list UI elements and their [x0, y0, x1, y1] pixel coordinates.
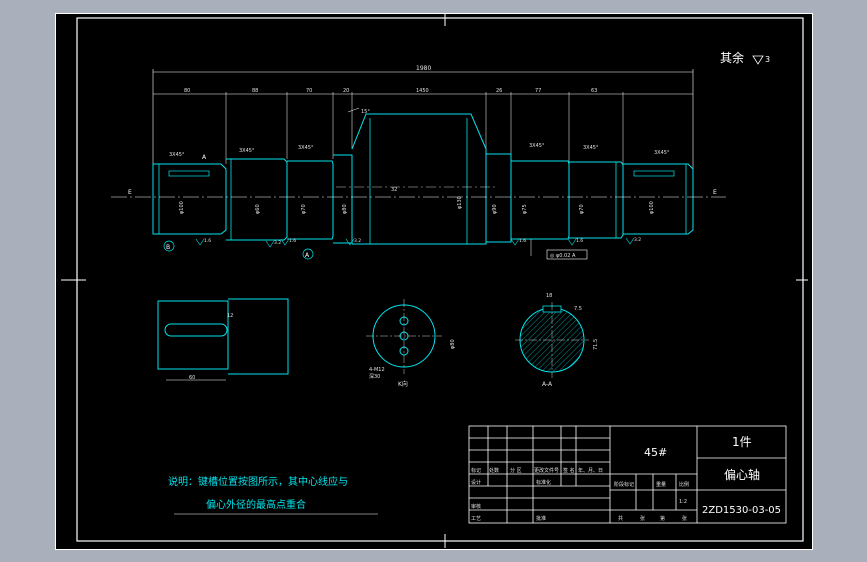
dim-overall: 1980	[416, 65, 431, 72]
chamfer-1: 3X45°	[169, 152, 185, 158]
angle-leader	[347, 107, 360, 113]
dim-seg8: 63	[591, 88, 597, 94]
diameter-labels: φ100 φ60 φ70 φ80 φ130 φ90 φ75 φ70 φ100	[179, 196, 655, 214]
section-dim-depth: 7.5	[574, 306, 582, 312]
tb-scale: 1:2	[679, 499, 687, 505]
segment-dim-lines	[153, 92, 693, 164]
tb-stage: 阶段标记	[614, 481, 634, 488]
datum-b: B	[166, 244, 170, 251]
title-material: 45#	[644, 446, 667, 459]
title-quantity: 1件	[732, 435, 752, 449]
dia-3: φ70	[301, 204, 307, 214]
chamfer-2: 3X45°	[239, 148, 255, 154]
chamfer-5: 3X45°	[583, 145, 599, 151]
tb-designer: 设计	[471, 479, 481, 486]
dia-7: φ75	[522, 204, 528, 214]
section-label: A-A	[542, 381, 553, 388]
keyway-width: 12	[227, 313, 233, 319]
tb-row-2: 分 区	[510, 467, 522, 474]
tb-row-4: 签 名	[563, 467, 575, 474]
ra-2: 3.2	[274, 240, 281, 246]
tb-weight: 重量	[656, 481, 666, 488]
tb-sheet-1: 张	[640, 515, 645, 522]
k-view-label: K向	[398, 380, 408, 388]
cad-drawing: 其余 3 1980 80 88 70 20 1450 26 77 63 15°	[61, 14, 808, 548]
chamfer-4: 3X45°	[529, 143, 545, 149]
dim-seg3: 70	[306, 88, 312, 94]
tb-process: 工艺	[471, 516, 481, 522]
dim-seg1: 80	[184, 88, 190, 94]
tb-checker: 审核	[471, 503, 481, 510]
tb-standardization: 标准化	[536, 479, 551, 486]
e-label-right: E	[713, 189, 717, 196]
shaft-edges	[158, 118, 687, 244]
dia-8: φ70	[579, 204, 585, 214]
title-drawing-no: 2ZD1530-03-05	[702, 505, 781, 516]
datum-a: A	[305, 252, 310, 259]
section-marker: A	[202, 154, 207, 161]
ra-4: 3.2	[354, 238, 361, 244]
section-key-dim: 18	[546, 293, 552, 299]
dim-seg6: 26	[496, 88, 502, 94]
ra-6: 1.6	[576, 238, 583, 244]
tb-ratio: 比例	[679, 481, 689, 488]
mid-dim: 32	[391, 187, 397, 193]
shaft-outline	[152, 113, 694, 245]
roughness-note: 其余	[720, 50, 744, 65]
title-row-labels: 标记 处数 分 区 更改文件号 签 名 年、月、日 设计 标准化 阶段标记 重量…	[471, 467, 689, 522]
k-view-depth: 深30	[369, 373, 380, 380]
note-line-1: 说明：键槽位置按图所示，其中心线应与	[168, 475, 348, 488]
dim-seg5: 1450	[416, 88, 429, 94]
tb-row-5: 年、月、日	[578, 467, 603, 474]
title-part-name: 偏心轴	[724, 467, 760, 482]
chamfer-6: 3X45°	[654, 150, 670, 156]
tb-sheet-3: 张	[682, 515, 687, 522]
roughness-symbol-icon	[752, 55, 764, 65]
roughness-values: 1.6 3.2 1.6 3.2 1.6 1.6 3.2	[204, 237, 641, 246]
section-dim-right: 71.5	[593, 339, 599, 350]
tb-approve: 批准	[536, 515, 546, 522]
tb-sheet-2: 第	[660, 515, 665, 522]
ra-3: 1.6	[289, 238, 296, 244]
ra-5: 1.6	[519, 238, 526, 244]
shaft-keyways	[168, 170, 675, 177]
dia-1: φ100	[179, 201, 185, 214]
inner-frame	[76, 17, 804, 542]
drawing-sheet: 其余 3 1980 80 88 70 20 1450 26 77 63 15°	[55, 13, 813, 550]
tolerance-text: ◎ φ0.02 A	[550, 253, 576, 259]
ra-7: 3.2	[634, 237, 641, 243]
dia-5: φ130	[457, 196, 463, 209]
dim-seg7: 77	[535, 88, 541, 94]
dia-6: φ90	[492, 204, 498, 214]
dim-seg4: 20	[343, 88, 349, 94]
e-label-left: E	[128, 189, 132, 196]
ra-1: 1.6	[204, 238, 211, 244]
keyway-len: 60	[189, 375, 195, 381]
tb-row-1: 处数	[489, 467, 499, 474]
roughness-marks	[195, 237, 635, 248]
dia-4: φ80	[342, 204, 348, 214]
dia-9: φ100	[649, 201, 655, 214]
tb-row-0: 标记	[471, 467, 481, 474]
dia-2: φ60	[255, 204, 261, 214]
note-line-2: 偏心外径的最高点重合	[206, 498, 306, 511]
chamfer-3: 3X45°	[298, 145, 314, 151]
k-view-holes: 4-M12	[369, 367, 385, 373]
tb-row-3: 更改文件号	[534, 467, 559, 474]
dim-seg2: 88	[252, 88, 258, 94]
keyway-detail	[157, 298, 289, 375]
roughness-value: 3	[765, 55, 770, 64]
tb-sheet-0: 共	[618, 515, 623, 522]
k-view-dim: φ80	[450, 339, 456, 349]
